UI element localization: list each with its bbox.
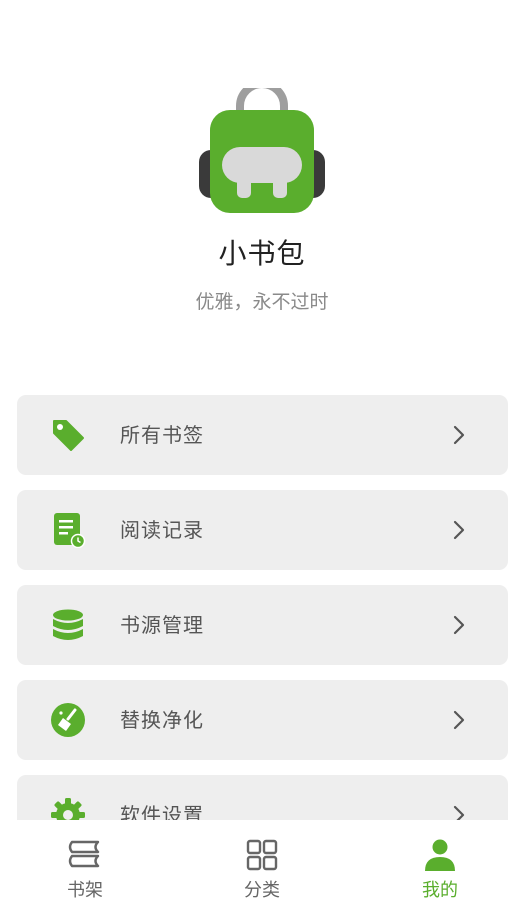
tab-category[interactable]: 分类	[192, 820, 332, 911]
menu-item-reading-history[interactable]: 阅读记录	[17, 490, 508, 570]
menu-item-app-settings[interactable]: 软件设置	[17, 775, 508, 820]
category-grid-icon	[246, 839, 278, 871]
tab-mine[interactable]: 我的	[370, 820, 510, 911]
menu-item-bookmarks[interactable]: 所有书签	[17, 395, 508, 475]
menu-item-book-sources[interactable]: 书源管理	[17, 585, 508, 665]
profile-header: 小书包 优雅，永不过时	[0, 0, 524, 360]
menu-item-replace-purify[interactable]: 替换净化	[17, 680, 508, 760]
bookshelf-icon	[68, 840, 100, 868]
tab-label: 分类	[244, 880, 280, 901]
chevron-right-icon	[453, 805, 465, 820]
reading-history-icon	[54, 513, 86, 548]
menu-item-label: 阅读记录	[120, 518, 204, 542]
tab-label: 书架	[67, 880, 103, 901]
bottom-tab-bar: 书架 分类 我的	[0, 820, 524, 911]
gear-icon	[51, 798, 85, 820]
tab-bookshelf[interactable]: 书架	[15, 820, 155, 911]
chevron-right-icon	[453, 520, 465, 540]
chevron-right-icon	[453, 425, 465, 445]
database-icon	[53, 609, 83, 640]
menu-item-label: 书源管理	[120, 613, 204, 637]
menu-item-label: 软件设置	[120, 803, 204, 820]
tab-label: 我的	[422, 880, 458, 901]
settings-menu: 所有书签 阅读记录 书源管理 替换净化 软件设置	[17, 395, 508, 820]
app-slogan: 优雅，永不过时	[195, 291, 329, 313]
menu-item-label: 所有书签	[120, 423, 204, 447]
tag-icon	[53, 420, 84, 451]
chevron-right-icon	[453, 615, 465, 635]
person-icon	[425, 839, 455, 871]
chevron-right-icon	[453, 710, 465, 730]
app-name: 小书包	[218, 237, 306, 270]
app-logo	[199, 88, 325, 213]
broom-icon	[51, 703, 85, 737]
menu-item-label: 替换净化	[120, 708, 204, 732]
